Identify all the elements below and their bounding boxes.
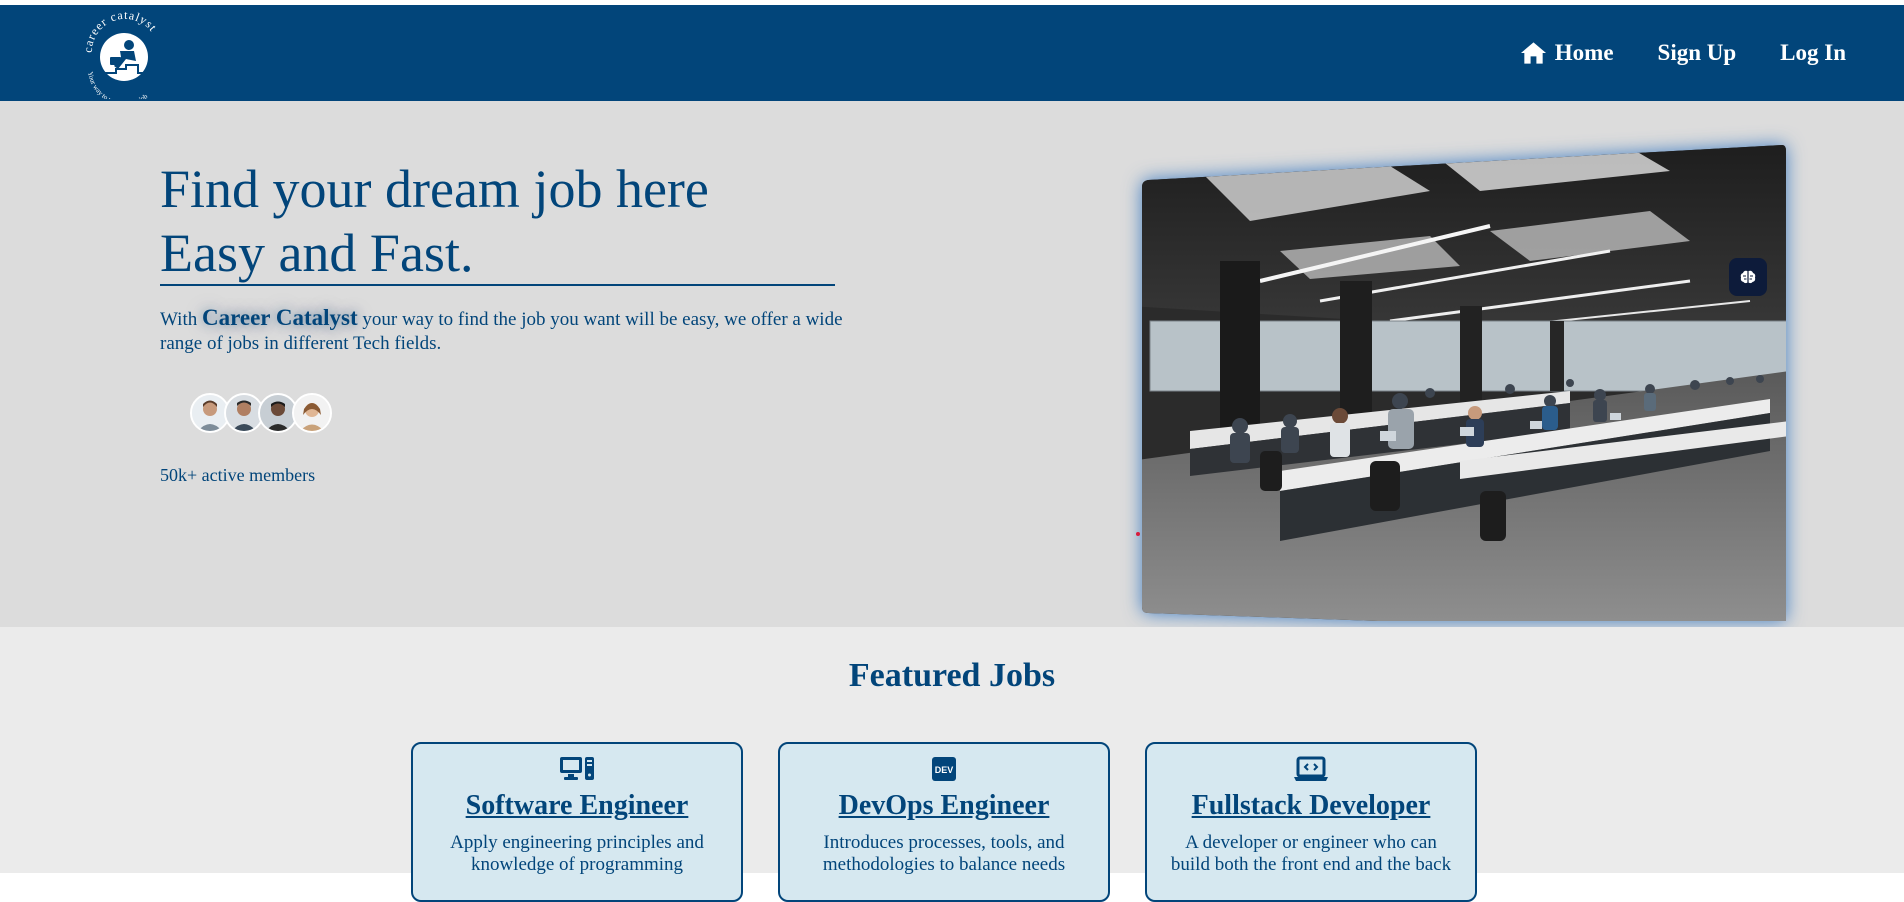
nav-links: Home Sign Up Log In [1520,5,1846,101]
brain-icon [1740,270,1756,284]
brain-icon-button[interactable] [1729,258,1767,296]
svg-text:DEV: DEV [935,765,954,775]
job-description: A developer or engineer who can build bo… [1170,832,1452,875]
avatar [292,393,332,433]
hero-brand-name: Career Catalyst [201,305,358,330]
hero-image-container [1130,131,1790,621]
indicator-dot [1136,532,1140,536]
hero-desc-prefix: With [160,309,198,330]
hero-title: Find your dream job here Easy and Fast. [160,157,835,285]
hero-section: Find your dream job here Easy and Fast. … [0,101,1904,627]
nav-login-link[interactable]: Log In [1780,40,1846,66]
job-description: Apply engineering principles and knowled… [450,832,704,875]
home-icon [1520,42,1546,64]
office-photo [1142,145,1786,621]
dev-badge-icon: DEV [932,757,956,781]
career-catalyst-logo[interactable]: career catalyst Your way to your dream j… [74,9,174,99]
job-title[interactable]: Fullstack Developer [1147,790,1475,822]
job-cards: Software Engineer Apply engineering prin… [411,742,1477,902]
job-title[interactable]: DevOps Engineer [780,790,1108,822]
hero-title-line1: Find your dream job here [160,159,709,219]
job-card-software-engineer[interactable]: Software Engineer Apply engineering prin… [411,742,743,902]
featured-jobs-section: Featured Jobs Software Engineer Apply en… [0,627,1904,902]
job-title[interactable]: Software Engineer [413,790,741,822]
active-members-count: 50k+ active members [160,465,316,485]
laptop-code-icon [1294,756,1328,781]
nav-home-link[interactable]: Home [1520,40,1614,66]
nav-home-label: Home [1554,40,1614,65]
hero-divider [160,284,835,286]
computer-icon [560,757,594,780]
nav-signup-link[interactable]: Sign Up [1658,40,1737,66]
navbar: career catalyst Your way to your dream j… [0,5,1904,101]
hero-title-line2: Easy and Fast. [160,223,474,283]
job-description: Introduces processes, tools, and methodo… [822,832,1066,875]
featured-jobs-title: Featured Jobs [848,657,1056,694]
hero-description: With Career Catalyst your way to find th… [160,306,850,356]
member-avatars [190,393,332,433]
job-card-devops-engineer[interactable]: DEV DevOps Engineer Introduces processes… [778,742,1110,902]
job-card-fullstack-developer[interactable]: Fullstack Developer A developer or engin… [1145,742,1477,902]
